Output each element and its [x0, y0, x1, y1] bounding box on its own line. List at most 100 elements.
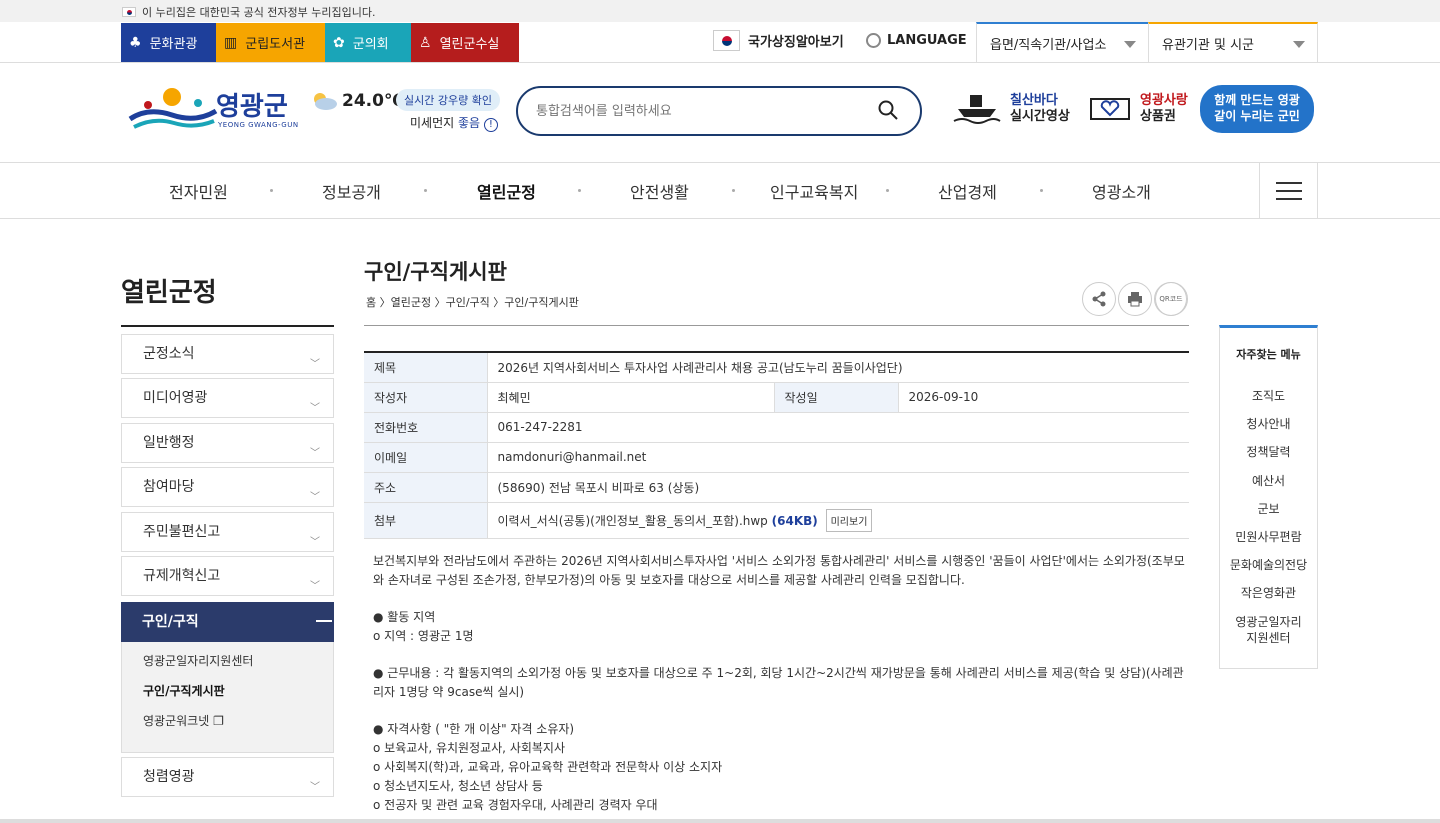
quick-link-label: 열린군수실	[439, 37, 500, 52]
main-nav: 전자민원 정보공개 열린군정 안전생활 인구교육복지 산업경제 영광소개	[0, 163, 1440, 219]
chilsan-line1: 칠산바다	[1010, 93, 1058, 108]
logo-subtitle: YEONG GWANG-GUN	[218, 121, 299, 129]
lnb-item[interactable]: 규제개혁신고 ﹀	[121, 556, 334, 596]
lnb-item-label: 주민불편신고	[143, 524, 221, 540]
attachment-size: (64KB)	[771, 513, 818, 528]
chevron-down-icon	[1124, 41, 1136, 48]
quick-menu-item[interactable]: 군보	[1220, 501, 1317, 517]
gift-certificate-link[interactable]: 영광사랑 상품권	[1090, 93, 1188, 125]
print-icon[interactable]	[1118, 282, 1152, 316]
body-area-title: ● 활동 지역	[373, 610, 436, 624]
body-qual-title: ● 자격사항 ( "한 개 이상" 자격 소유자)	[373, 722, 575, 736]
horizontal-scrollbar[interactable]	[0, 819, 1440, 823]
ship-icon	[953, 95, 1001, 124]
quick-menu-title: 자주찾는 메뉴	[1236, 348, 1301, 361]
nav-welfare[interactable]: 인구교육복지	[770, 179, 858, 203]
quick-link-label: 군의회	[352, 37, 389, 52]
submenu-item-external[interactable]: 영광군워크넷 ❐	[143, 712, 224, 729]
quick-link-library[interactable]: ▥ 군립도서관	[216, 23, 325, 62]
share-icon[interactable]	[1082, 282, 1116, 316]
search-input[interactable]	[536, 100, 856, 122]
nav-about[interactable]: 영광소개	[1092, 179, 1151, 203]
info-icon[interactable]: !	[483, 118, 498, 132]
quick-menu-item[interactable]: 조직도	[1220, 388, 1317, 404]
quick-menu-item[interactable]: 정책달력	[1220, 444, 1317, 460]
label-date: 작성일	[773, 382, 899, 413]
table-row: 첨부 이력서_서식(공통)(개인정보_활용_동의서_포함).hwp (64KB) …	[364, 502, 1189, 539]
submenu-item[interactable]: 영광군일자리지원센터	[143, 652, 253, 669]
office-select-value: 읍면/직속기관/사업소	[990, 37, 1107, 53]
lnb-submenu: 영광군일자리지원센터 구인/구직게시판 영광군워크넷 ❐	[121, 642, 334, 753]
breadcrumb[interactable]: 홈 〉열린군정 〉구인/구직 〉구인/구직게시판	[366, 294, 579, 310]
nav-info[interactable]: 정보공개	[322, 179, 381, 203]
lnb-item-label: 참여마당	[143, 479, 195, 495]
quick-link-council[interactable]: ✿ 군의회	[325, 23, 411, 62]
lnb-item[interactable]: 주민불편신고 ﹀	[121, 512, 334, 552]
nav-industry[interactable]: 산업경제	[938, 179, 997, 203]
qr-code-label: QR코드	[1155, 282, 1187, 316]
national-symbol-label: 국가상징알아보기	[748, 35, 844, 50]
logo[interactable]: 영광군 YEONG GWANG-GUN	[128, 81, 303, 133]
utility-bar: ♣ 문화관광 ▥ 군립도서관 ✿ 군의회 ♙ 열린군수실 국가상징알아보기 LANGUA…	[0, 22, 1440, 63]
quick-menu-item[interactable]: 작은영화관	[1220, 585, 1317, 601]
rain-check-button[interactable]: 실시간 강우량 확인	[396, 89, 500, 111]
language-button[interactable]: LANGUAGE	[866, 33, 967, 48]
nav-separator	[1040, 189, 1043, 192]
lnb-item-active[interactable]: 구인/구직	[121, 602, 334, 642]
menu-icon[interactable]	[1259, 163, 1318, 218]
qr-code-button[interactable]: QR코드	[1154, 282, 1188, 316]
nav-separator	[578, 189, 581, 192]
quick-menu-item[interactable]: 예산서	[1220, 473, 1317, 489]
quick-link-mayor[interactable]: ♙ 열린군수실	[411, 23, 519, 62]
quick-menu-item[interactable]: 영광군일자리 지원센터	[1220, 614, 1317, 646]
related-org-select[interactable]: 유관기관 및 시군	[1148, 22, 1318, 62]
post-author: 최혜민	[487, 382, 774, 413]
label-phone: 전화번호	[364, 412, 488, 443]
globe-icon	[866, 33, 881, 48]
quick-menu-item[interactable]: 민원사무편람	[1220, 529, 1317, 545]
body-intro: 보건복지부와 전라남도에서 주관하는 2026년 지역사회서비스투자사업 '서비…	[373, 554, 1185, 587]
preview-button[interactable]: 미리보기	[825, 508, 873, 532]
nav-separator	[732, 189, 735, 192]
lnb-item[interactable]: 군정소식 ﹀	[121, 334, 334, 374]
submenu-item-label: 영광군워크넷	[143, 714, 210, 728]
table-row: 주소 (58690) 전남 목포시 비파로 63 (상동)	[364, 472, 1189, 503]
lnb-item[interactable]: 청렴영광 ﹀	[121, 757, 334, 797]
share-glyph	[1092, 291, 1106, 307]
attachment-link[interactable]: 이력서_서식(공통)(개인정보_활용_동의서_포함).hwp	[498, 514, 768, 528]
body-qual-3: o 청소년지도사, 청소년 상담사 등	[373, 779, 543, 793]
nav-open-gov[interactable]: 열린군정	[477, 179, 536, 203]
person-icon: ♙	[419, 34, 432, 51]
nav-separator	[424, 189, 427, 192]
lnb-item-label: 청렴영광	[143, 769, 195, 785]
gov-banner-text: 이 누리집은 대한민국 공식 전자정부 누리집입니다.	[142, 6, 376, 19]
slogan-badge: 함께 만드는 영광 같이 누리는 군민	[1200, 85, 1314, 133]
flower-emblem-icon: ✿	[333, 34, 345, 51]
quick-menu: 자주찾는 메뉴 조직도 청사안내 정책달력 예산서 군보 민원사무편람 문화예술…	[1219, 325, 1318, 669]
table-row: 이메일 namdonuri@hanmail.net	[364, 442, 1189, 473]
submenu-item-active[interactable]: 구인/구직게시판	[143, 682, 225, 699]
quick-menu-item[interactable]: 문화예술의전당	[1220, 557, 1317, 573]
body-work: ● 근무내용 : 각 활동지역의 소외가정 아동 및 보호자를 대상으로 주 1…	[373, 666, 1184, 699]
quick-link-culture[interactable]: ♣ 문화관광	[121, 23, 216, 62]
korea-flag-icon	[122, 7, 136, 17]
chilsan-sea-live-link[interactable]: 칠산바다 실시간영상	[952, 91, 1070, 127]
attachment-cell: 이력서_서식(공통)(개인정보_활용_동의서_포함).hwp (64KB) 미리…	[487, 502, 1189, 539]
lnb-item[interactable]: 일반행정 ﹀	[121, 423, 334, 463]
nav-separator	[886, 189, 889, 192]
korea-flag-icon	[713, 30, 740, 51]
search-icon[interactable]	[878, 100, 898, 120]
lnb-item[interactable]: 참여마당 ﹀	[121, 467, 334, 507]
page-title: 구인/구직게시판	[364, 260, 507, 284]
quick-menu-item[interactable]: 청사안내	[1220, 416, 1317, 432]
body-qual-2: o 사회복지(학)과, 교육과, 유아교육학 관련학과 전문학사 이상 소지자	[373, 760, 723, 774]
nav-safety[interactable]: 안전생활	[630, 179, 689, 203]
office-select[interactable]: 읍면/직속기관/사업소	[976, 22, 1148, 62]
nav-civil[interactable]: 전자민원	[169, 179, 228, 203]
lnb-item-label: 군정소식	[143, 346, 195, 362]
label-subject: 제목	[364, 352, 488, 383]
national-symbol-link[interactable]: 국가상징알아보기	[713, 30, 844, 51]
lnb-item[interactable]: 미디어영광 ﹀	[121, 378, 334, 418]
gift-card-icon	[1090, 98, 1130, 120]
fine-dust: 미세먼지 좋음 !	[410, 114, 498, 132]
